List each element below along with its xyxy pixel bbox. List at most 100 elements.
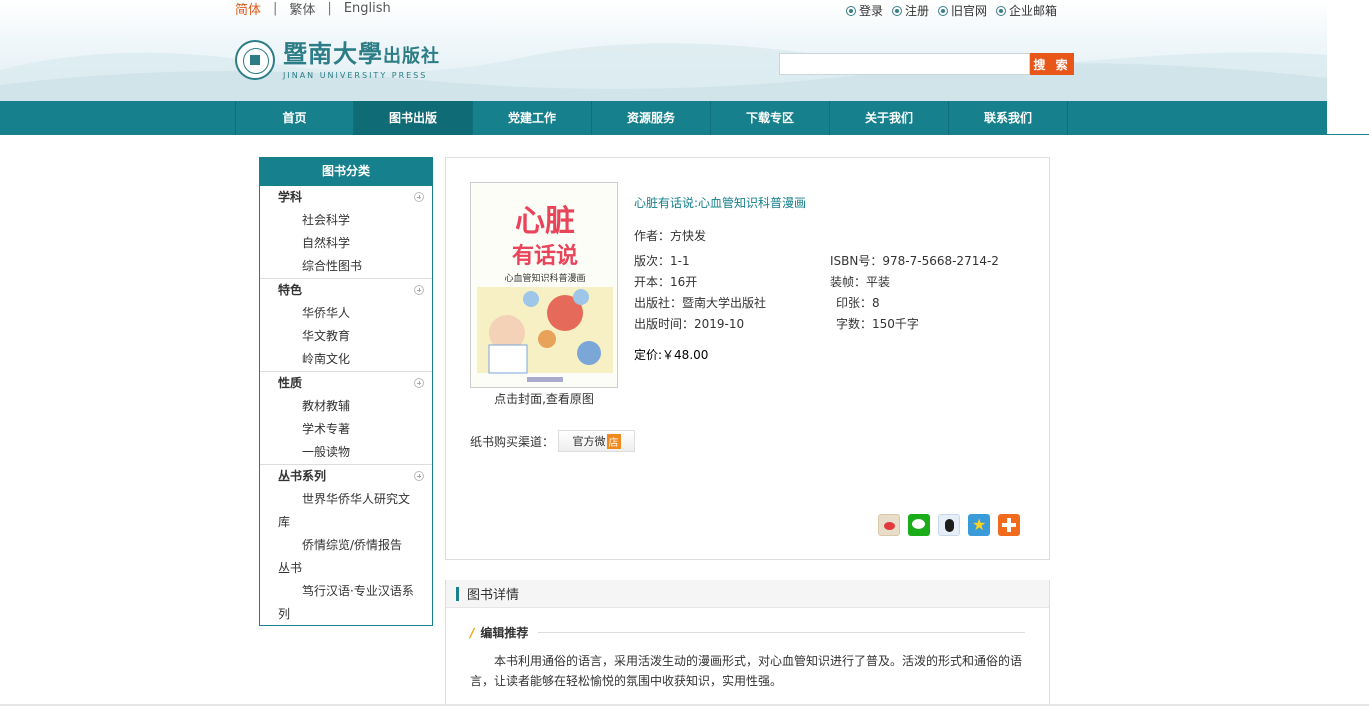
- user-circle-icon: [846, 5, 856, 16]
- nav-downloads[interactable]: 下载专区: [711, 101, 830, 135]
- editor-recommend-title: 编辑推荐: [480, 626, 529, 640]
- book-details: 心脏有话说:心血管知识科普漫画 作者：方快发 版次：1-1 ISBN号：978-…: [634, 194, 1034, 363]
- lang-separator: |: [327, 0, 332, 16]
- book-title: 心脏有话说:心血管知识科普漫画: [634, 196, 807, 210]
- book-binding: 装帧：平装: [830, 275, 891, 289]
- official-weishop-button[interactable]: 官方微店: [558, 430, 636, 452]
- search-button[interactable]: 搜 索: [1030, 53, 1074, 75]
- category-heading-nature[interactable]: 性质: [260, 372, 432, 395]
- nav-party-work[interactable]: 党建工作: [473, 101, 592, 135]
- shop-badge-icon: 店: [606, 433, 621, 449]
- book-format: 开本：16开: [634, 275, 698, 289]
- top-links: 登录 注册 旧官网 企业邮箱: [846, 2, 1066, 19]
- heading-accent-bar: [456, 586, 459, 601]
- share-bar: [878, 514, 1028, 536]
- cover-caption[interactable]: 点击封面,查看原图: [470, 390, 618, 407]
- register-link[interactable]: 注册: [892, 2, 929, 19]
- nav-contact-us[interactable]: 联系我们: [949, 101, 1068, 135]
- nav-resource-service[interactable]: 资源服务: [592, 101, 711, 135]
- wechat-icon[interactable]: [908, 514, 930, 536]
- category-item[interactable]: 华文教育: [260, 325, 432, 348]
- cover-title-line1: 心脏: [515, 204, 575, 239]
- nav-about-us[interactable]: 关于我们: [830, 101, 949, 135]
- mail-circle-icon: [996, 5, 1007, 16]
- details-heading: 图书详情: [467, 588, 520, 603]
- enterprise-mail-label: 企业邮箱: [1009, 4, 1058, 18]
- category-item[interactable]: 综合性图书: [260, 255, 432, 278]
- category-item[interactable]: 自然科学: [260, 232, 432, 255]
- book-pub-date: 出版时间：2019-10: [634, 317, 745, 331]
- editor-recommend-text: 本书利用通俗的语言，采用活泼生动的漫画形式，对心血管知识进行了普及。活泼的形式和…: [470, 654, 1023, 688]
- book-meta-grid: 版次：1-1 ISBN号：978-7-5668-2714-2 开本：16开 装帧…: [634, 252, 1034, 332]
- login-label: 登录: [859, 4, 884, 18]
- book-info-panel: 心脏 有话说 心血管知识科普漫画 点击封面,查看原图 心脏有话说:心血管知识科普…: [445, 157, 1050, 560]
- old-site-link[interactable]: 旧官网: [938, 2, 987, 19]
- book-isbn: ISBN号：978-7-5668-2714-2: [830, 254, 999, 268]
- expand-plus-icon[interactable]: [414, 192, 424, 202]
- book-details-section: 图书详情 / 编辑推荐 本书利用通俗的语言，采用活泼生动的漫画形式，对心血管知识…: [445, 580, 1050, 706]
- purchase-channel: 纸书购买渠道： 官方微店: [470, 430, 636, 452]
- nav-book-publishing[interactable]: 图书出版: [354, 101, 473, 135]
- sidebar-title: 图书分类: [260, 157, 432, 186]
- category-item[interactable]: 笃行汉语·专业汉语系列: [260, 580, 432, 626]
- category-item[interactable]: 世界华侨华人研究文库: [260, 488, 432, 534]
- nav-home[interactable]: 首页: [235, 101, 354, 135]
- lang-simplified[interactable]: 简体: [235, 0, 261, 18]
- book-cover-illustration: 心脏 有话说 心血管知识科普漫画: [471, 183, 617, 387]
- site-logo[interactable]: 暨南大學出版社 JINAN UNIVERSITY PRESS: [235, 40, 440, 80]
- header-right-gap: [1327, 0, 1369, 135]
- category-item[interactable]: 社会科学: [260, 209, 432, 232]
- book-author: 作者：方快发: [634, 229, 707, 243]
- category-item[interactable]: 岭南文化: [260, 348, 432, 371]
- expand-plus-icon[interactable]: [414, 471, 424, 481]
- qzone-icon[interactable]: [968, 514, 990, 536]
- expand-plus-icon[interactable]: [414, 378, 424, 388]
- category-item[interactable]: 学术专著: [260, 418, 432, 441]
- slash-icon: /: [470, 625, 475, 640]
- category-group: 性质 教材教辅 学术专著 一般读物: [260, 372, 432, 465]
- qq-icon[interactable]: [938, 514, 960, 536]
- logo-text: 暨南大學出版社 JINAN UNIVERSITY PRESS: [283, 38, 440, 80]
- cover-title-line2: 有话说: [512, 243, 578, 269]
- editor-recommend-heading: / 编辑推荐: [470, 624, 1025, 641]
- header-background-hills: [0, 43, 1327, 101]
- weibo-icon[interactable]: [878, 514, 900, 536]
- enterprise-mail-link[interactable]: 企业邮箱: [996, 2, 1057, 19]
- category-item[interactable]: 一般读物: [260, 441, 432, 464]
- book-edition: 版次：1-1: [634, 254, 690, 268]
- register-circle-icon: [892, 5, 903, 16]
- book-price: 定价:￥48.00: [634, 348, 709, 362]
- cover-subtitle: 心血管知识科普漫画: [504, 272, 585, 284]
- category-item[interactable]: 侨情综览/侨情报告丛书: [260, 534, 432, 580]
- book-publisher: 出版社：暨南大学出版社: [634, 296, 767, 310]
- more-share-icon[interactable]: [998, 514, 1020, 536]
- old-site-circle-icon: [938, 5, 949, 16]
- category-item[interactable]: 教材教辅: [260, 395, 432, 418]
- logo-chinese-name: 暨南大學出版社: [283, 38, 440, 68]
- category-group: 特色 华侨华人 华文教育 岭南文化: [260, 279, 432, 372]
- book-sheets: 印张：8: [836, 296, 880, 310]
- category-sidebar: 图书分类 学科 社会科学 自然科学 综合性图书 特色 华侨华人 华文教育 岭南文…: [259, 157, 433, 626]
- lang-english[interactable]: English: [344, 1, 391, 16]
- nav-extension-line: [1327, 134, 1369, 135]
- language-switcher: 简体 | 繁体 | English: [235, 0, 391, 18]
- old-site-label: 旧官网: [951, 4, 988, 18]
- expand-plus-icon[interactable]: [414, 285, 424, 295]
- site-header: 简体 | 繁体 | English 登录 注册 旧官网 企业邮箱 暨南大學出版社…: [0, 0, 1327, 101]
- divider: [538, 632, 1025, 633]
- book-cover-image[interactable]: 心脏 有话说 心血管知识科普漫画: [470, 182, 618, 388]
- category-group: 学科 社会科学 自然科学 综合性图书: [260, 186, 432, 279]
- lang-traditional[interactable]: 繁体: [289, 0, 315, 18]
- login-link[interactable]: 登录: [846, 2, 883, 19]
- register-label: 注册: [905, 4, 930, 18]
- category-heading-feature[interactable]: 特色: [260, 279, 432, 302]
- details-header: 图书详情: [446, 580, 1049, 608]
- category-heading-subject[interactable]: 学科: [260, 186, 432, 209]
- main-nav: 首页 图书出版 党建工作 资源服务 下载专区 关于我们 联系我们: [0, 101, 1327, 135]
- weishop-label: 官方微: [572, 435, 606, 448]
- category-heading-series[interactable]: 丛书系列: [260, 465, 432, 488]
- book-words: 字数：150千字: [836, 317, 919, 331]
- search-input[interactable]: [779, 53, 1030, 75]
- lang-separator: |: [273, 0, 278, 16]
- category-item[interactable]: 华侨华人: [260, 302, 432, 325]
